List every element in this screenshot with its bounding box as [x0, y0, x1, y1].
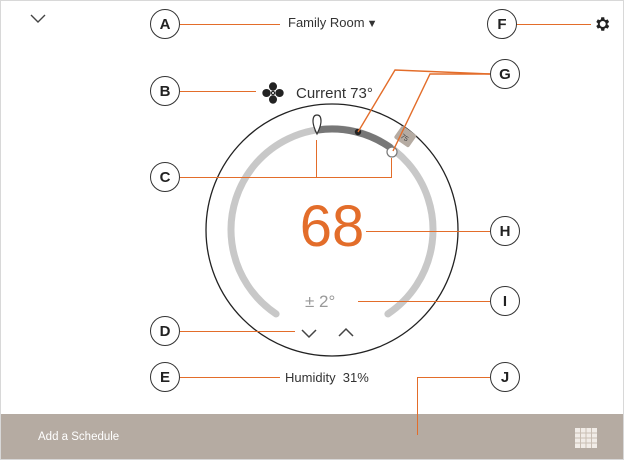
- callout-g: G: [490, 59, 520, 89]
- callout-j: J: [490, 362, 520, 392]
- callout-i: I: [490, 286, 520, 316]
- callout-c: C: [150, 162, 180, 192]
- callout-d: D: [150, 316, 180, 346]
- callout-h: H: [490, 216, 520, 246]
- callout-a: A: [150, 9, 180, 39]
- callout-b: B: [150, 76, 180, 106]
- callout-g-leaders: [357, 69, 491, 152]
- callout-f: F: [487, 9, 517, 39]
- callout-e: E: [150, 362, 180, 392]
